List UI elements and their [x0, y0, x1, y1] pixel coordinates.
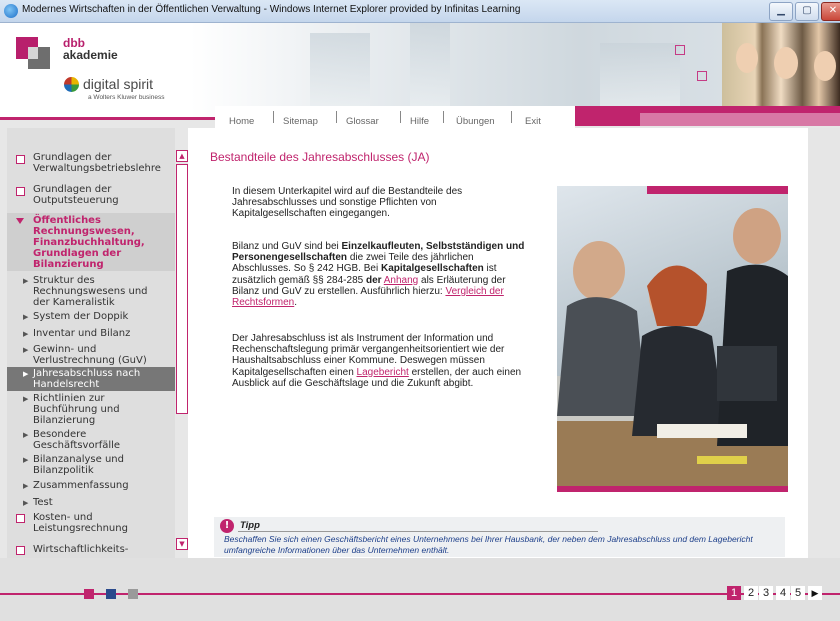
- nav-glossar[interactable]: Glossar: [346, 116, 379, 127]
- nav-separator: [400, 111, 401, 123]
- page-header: dbb akademie digital spirit a Wolters Kl…: [0, 23, 840, 117]
- sidebar-subitem-struktur[interactable]: Struktur des Rechnungswesens und der Kam…: [33, 275, 148, 308]
- pager-next-icon[interactable]: ▶: [808, 586, 822, 600]
- close-icon[interactable]: ✕: [821, 2, 840, 21]
- pager-page-5[interactable]: 5: [791, 586, 805, 600]
- menu-collapsed-icon: [16, 155, 25, 164]
- page-title: Bestandteile des Jahresabschlusses (JA): [210, 150, 430, 164]
- nav-sitemap[interactable]: Sitemap: [283, 116, 318, 127]
- content-paragraph-3: Der Jahresabschluss ist als Instrument d…: [232, 333, 532, 389]
- intro-paragraph: In diesem Unterkapitel wird auf die Best…: [232, 186, 463, 220]
- sidebar-subitem-jahresabschluss[interactable]: Jahresabschluss nach Handelsrecht: [33, 368, 140, 390]
- exclamation-icon: !: [220, 519, 234, 533]
- sidebar-item-grundlagen-outputsteuerung[interactable]: Grundlagen der Outputsteuerung: [33, 184, 119, 206]
- tipp-divider: [238, 531, 598, 532]
- nav-exit[interactable]: Exit: [525, 116, 541, 127]
- link-lagebericht[interactable]: Lagebericht: [357, 367, 409, 378]
- menu-collapsed-icon: [16, 546, 25, 555]
- footer-decoration-square: [128, 589, 138, 599]
- nav-separator: [443, 111, 444, 123]
- footer-accent-line: [0, 593, 840, 595]
- sidebar-scrollbar[interactable]: ▲ ▼: [176, 150, 188, 550]
- pager-page-2[interactable]: 2: [744, 586, 758, 600]
- akademie-text: akademie: [63, 48, 118, 62]
- footer: [0, 558, 840, 621]
- sidebar-item-wirtschaftlichkeit[interactable]: Wirtschaftlichkeits-: [33, 544, 128, 556]
- submenu-arrow-icon: ▶: [23, 330, 29, 338]
- nav-separator: [273, 111, 274, 123]
- content-right-margin: [808, 128, 840, 558]
- pager-page-1[interactable]: 1: [727, 586, 741, 600]
- window-titlebar: Modernes Wirtschaften in der Öffentliche…: [0, 0, 840, 23]
- submenu-arrow-icon: ▶: [23, 370, 29, 378]
- tipp-text: Beschaffen Sie sich einen Geschäftsberic…: [224, 534, 753, 555]
- menu-expanded-icon: [16, 218, 24, 224]
- sidebar-item-oeffentliches-rechnungswesen[interactable]: Öffentliches Rechnungswesen, Finanzbuchh…: [33, 215, 145, 270]
- footer-decoration-square: [84, 589, 94, 599]
- business-meeting-photo: [557, 186, 788, 492]
- maximize-icon[interactable]: ▢: [795, 2, 819, 21]
- nav-separator: [511, 111, 512, 123]
- sidebar-subitem-inventar-bilanz[interactable]: Inventar und Bilanz: [33, 328, 130, 339]
- header-photo-people: [722, 23, 840, 117]
- window-title: Modernes Wirtschaften in der Öffentliche…: [22, 4, 521, 15]
- building-graphic: [310, 33, 370, 117]
- nav-hilfe[interactable]: Hilfe: [410, 116, 429, 127]
- minimize-icon[interactable]: ▁: [769, 2, 793, 21]
- submenu-arrow-icon: ▶: [23, 499, 29, 507]
- building-graphic: [410, 23, 450, 117]
- nav-separator: [336, 111, 337, 123]
- menu-collapsed-icon: [16, 187, 25, 196]
- digital-spirit-logo: digital spirit: [83, 76, 154, 92]
- text-run: Bilanz und GuV sind bei: [232, 241, 342, 252]
- dbb-akademie-logo-text: dbb akademie: [63, 37, 118, 61]
- sidebar-subitem-richtlinien[interactable]: Richtlinien zur Buchführung und Bilanzie…: [33, 393, 120, 426]
- submenu-arrow-icon: ▶: [23, 277, 29, 285]
- sidebar-subitem-guv[interactable]: Gewinn- und Verlustrechnung (GuV): [33, 344, 147, 366]
- pager-page-3[interactable]: 3: [759, 586, 773, 600]
- internet-explorer-icon: [4, 4, 18, 18]
- nav-uebungen[interactable]: Übungen: [456, 116, 495, 127]
- digital-spirit-subtitle: a Wolters Kluwer business: [88, 94, 165, 101]
- submenu-arrow-icon: ▶: [23, 482, 29, 490]
- scroll-up-icon[interactable]: ▲: [176, 150, 188, 162]
- submenu-arrow-icon: ▶: [23, 346, 29, 354]
- sidebar-item-kosten-leistungsrechnung[interactable]: Kosten- und Leistungsrechnung: [33, 512, 128, 534]
- tipp-title: Tipp: [240, 520, 260, 531]
- submenu-arrow-icon: ▶: [23, 395, 29, 403]
- scroll-down-icon[interactable]: ▼: [176, 538, 188, 550]
- dbb-logo: [16, 37, 50, 71]
- nav-accent-highlight: [640, 113, 840, 126]
- submenu-arrow-icon: ▶: [23, 456, 29, 464]
- bold-text: Kapitalgesellschaften: [380, 263, 484, 275]
- nav-bar: [215, 106, 575, 128]
- link-anhang[interactable]: Anhang: [384, 275, 418, 286]
- digital-spirit-icon: [64, 77, 79, 92]
- content-paragraph-2: Bilanz und GuV sind bei Einzelkaufleuten…: [232, 241, 532, 308]
- submenu-arrow-icon: ▶: [23, 313, 29, 321]
- sidebar-subitem-system-doppik[interactable]: System der Doppik: [33, 311, 128, 322]
- text-run: .: [294, 297, 298, 309]
- photo-illustration: [557, 208, 788, 492]
- photo-accent-bar: [557, 486, 788, 492]
- sidebar-subitem-zusammenfassung[interactable]: Zusammenfassung: [33, 480, 129, 491]
- menu-collapsed-icon: [16, 514, 25, 523]
- submenu-arrow-icon: ▶: [23, 431, 29, 439]
- sidebar-subitem-test[interactable]: Test: [33, 497, 53, 508]
- decorative-square: [697, 71, 707, 81]
- decorative-square: [675, 45, 685, 55]
- sidebar-item-grundlagen-verwaltungsbetriebslehre[interactable]: Grundlagen der Verwaltungsbetriebslehre: [33, 152, 161, 174]
- bold-text: der: [365, 274, 382, 286]
- nav-home[interactable]: Home: [229, 116, 254, 127]
- scrollbar-thumb[interactable]: [176, 164, 188, 414]
- footer-decoration-square: [106, 589, 116, 599]
- sidebar-subitem-besondere-geschaeftsvorfaelle[interactable]: Besondere Geschäftsvorfälle: [33, 429, 120, 451]
- pager-page-4[interactable]: 4: [776, 586, 790, 600]
- sidebar-subitem-bilanzanalyse[interactable]: Bilanzanalyse und Bilanzpolitik: [33, 454, 124, 476]
